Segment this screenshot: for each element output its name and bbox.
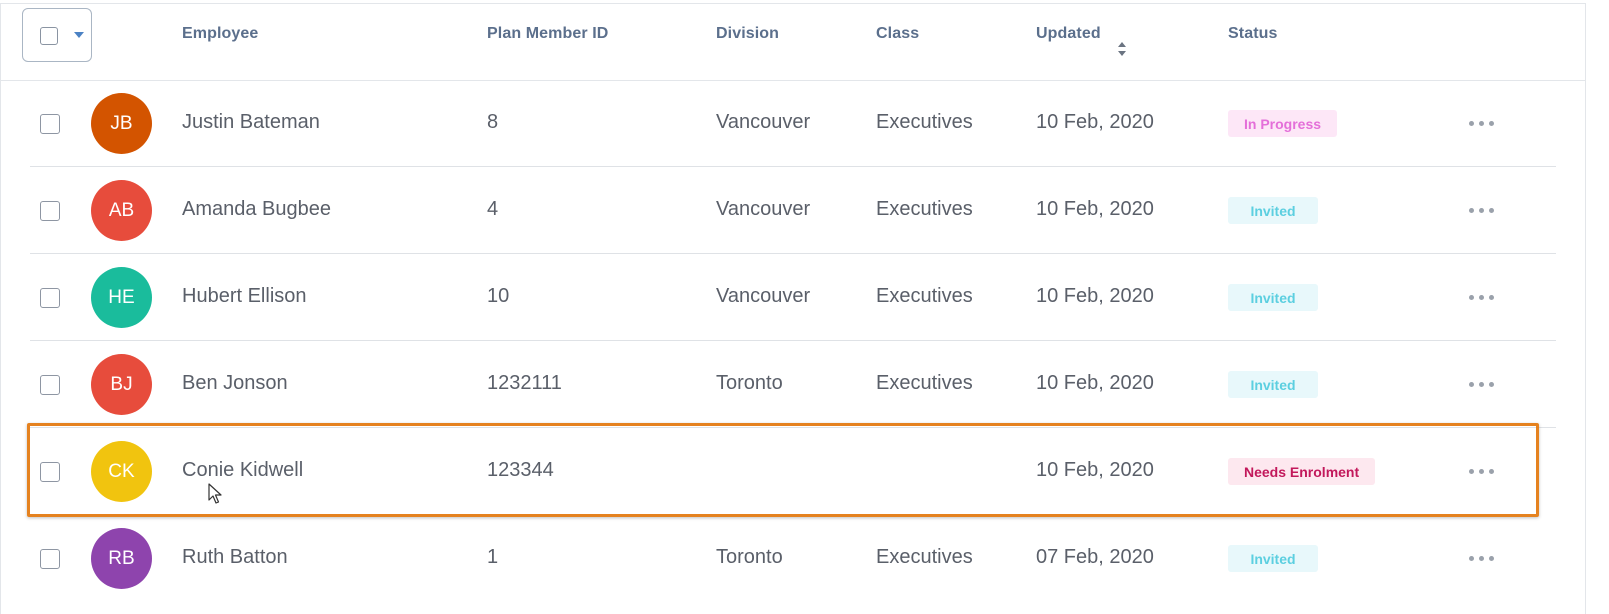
row-checkbox[interactable] [40, 114, 60, 134]
more-horizontal-icon[interactable] [1469, 551, 1495, 565]
updated-date: 10 Feb, 2020 [1036, 372, 1154, 394]
division: Vancouver [716, 285, 811, 307]
division: Vancouver [716, 111, 811, 133]
avatar-initials: RB [108, 547, 135, 569]
avatar: AB [91, 180, 152, 241]
column-header-employee[interactable]: Employee [182, 25, 258, 43]
avatar-initials: BJ [110, 373, 133, 395]
avatar: JB [91, 93, 152, 154]
column-header-updated[interactable]: Updated [1036, 25, 1101, 43]
class: Executives [876, 111, 973, 133]
more-horizontal-icon[interactable] [1469, 377, 1495, 391]
updated-date: 07 Feb, 2020 [1036, 546, 1154, 568]
row-checkbox[interactable] [40, 549, 60, 569]
employee-name: Amanda Bugbee [182, 198, 332, 220]
class: Executives [876, 285, 973, 307]
row-checkbox[interactable] [40, 288, 60, 308]
employee-name: Hubert Ellison [182, 285, 307, 307]
updated-date: 10 Feb, 2020 [1036, 285, 1154, 307]
column-header-class[interactable]: Class [876, 25, 919, 43]
avatar-initials: AB [108, 199, 135, 221]
division: Vancouver [716, 198, 811, 220]
avatar: RB [91, 528, 152, 589]
table-row[interactable]: JB Justin Bateman 8 Vancouver Executives… [0, 80, 1556, 167]
status-badge: Invited [1228, 545, 1318, 572]
status-badge: Invited [1228, 371, 1318, 398]
column-header-division[interactable]: Division [716, 25, 779, 43]
column-header-plan-member-id[interactable]: Plan Member ID [487, 25, 608, 43]
avatar-initials: JB [110, 112, 133, 134]
employee-name: Ben Jonson [182, 372, 288, 394]
employee-name: Justin Bateman [182, 111, 320, 133]
table-row[interactable]: BJ Ben Jonson 1232111 Toronto Executives… [0, 341, 1556, 428]
plan-member-id: 1 [487, 546, 499, 568]
more-horizontal-icon[interactable] [1469, 116, 1495, 130]
sort-icon[interactable] [1116, 39, 1128, 59]
division: Toronto [716, 546, 783, 568]
status-badge: Invited [1228, 197, 1318, 224]
mouse-pointer-icon [208, 483, 222, 504]
class: Executives [876, 372, 973, 394]
table-row[interactable]: RB Ruth Batton 1 Toronto Executives 07 F… [0, 515, 1556, 602]
plan-member-id: 10 [487, 285, 510, 307]
row-checkbox[interactable] [40, 201, 60, 221]
avatar: HE [91, 267, 152, 328]
row-highlight-frame [27, 423, 1539, 517]
division: Toronto [716, 372, 783, 394]
select-all-dropdown[interactable] [22, 8, 92, 62]
avatar-initials: HE [108, 286, 135, 308]
chevron-down-icon[interactable] [74, 32, 84, 38]
plan-member-id: 4 [487, 198, 499, 220]
column-header-status[interactable]: Status [1228, 25, 1278, 43]
class: Executives [876, 198, 973, 220]
status-badge: Invited [1228, 284, 1318, 311]
more-horizontal-icon[interactable] [1469, 290, 1495, 304]
updated-date: 10 Feb, 2020 [1036, 111, 1154, 133]
page-edge [1587, 0, 1609, 614]
table-row[interactable]: HE Hubert Ellison 10 Vancouver Executive… [0, 254, 1556, 341]
employee-name: Ruth Batton [182, 546, 288, 568]
row-checkbox[interactable] [40, 375, 60, 395]
status-badge: In Progress [1228, 110, 1338, 137]
class: Executives [876, 546, 973, 568]
avatar: BJ [91, 354, 152, 415]
table-header: Employee Plan Member ID Division Class U… [0, 3, 1586, 81]
select-all-checkbox[interactable] [40, 27, 58, 45]
updated-date: 10 Feb, 2020 [1036, 198, 1154, 220]
plan-member-id: 8 [487, 111, 499, 133]
more-horizontal-icon[interactable] [1469, 203, 1495, 217]
table-row[interactable]: AB Amanda Bugbee 4 Vancouver Executives … [0, 167, 1556, 254]
plan-member-id: 1232111 [487, 372, 562, 394]
